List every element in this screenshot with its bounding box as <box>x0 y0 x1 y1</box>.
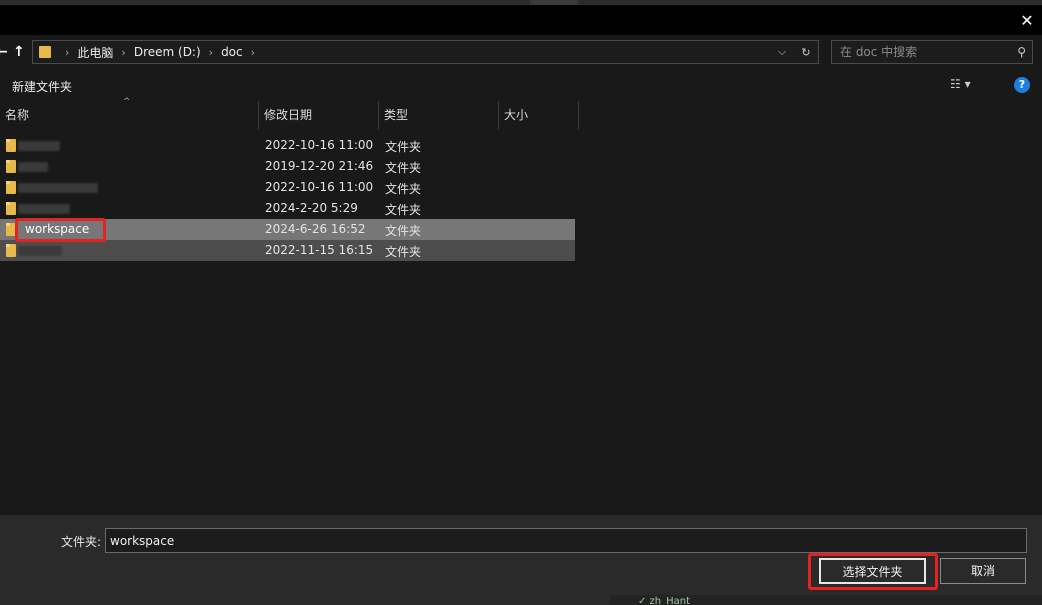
column-header-type[interactable]: 类型 <box>379 101 499 129</box>
column-header-name[interactable]: 名称 <box>0 101 259 129</box>
column-headers: ^ 名称 修改日期 类型 大小 <box>0 97 1042 129</box>
redacted-name <box>18 246 62 256</box>
address-bar[interactable]: › 此电脑 › Dreem (D:) › doc › ⌵ ↻ <box>32 40 819 64</box>
redacted-name <box>18 204 70 214</box>
file-modified: 2024-6-26 16:52 <box>265 222 366 236</box>
chevron-right-icon: › <box>65 45 70 59</box>
breadcrumb-this-pc[interactable]: 此电脑 <box>77 44 113 61</box>
file-row[interactable]: 2019-12-20 21:46 文件夹 <box>0 156 575 177</box>
file-modified: 2024-2-20 5:29 <box>265 201 358 215</box>
column-header-modified[interactable]: 修改日期 <box>259 101 379 129</box>
chevron-down-icon[interactable]: ⌵ <box>770 45 794 59</box>
workspace-highlight-annotation <box>15 218 106 242</box>
select-folder-button[interactable]: 选择文件夹 <box>819 558 926 584</box>
folder-icon <box>6 139 16 152</box>
redacted-name <box>18 141 60 151</box>
background-window-fragment: ✓ zh_Hant <box>610 595 1042 605</box>
search-input[interactable] <box>840 44 1010 60</box>
dialog-footer: 文件夹: 选择文件夹 取消 ✓ zh_Hant <box>0 515 1042 605</box>
chevron-right-icon: › <box>121 45 126 59</box>
search-icon[interactable]: ⚲ <box>1017 45 1026 59</box>
search-box[interactable]: ⚲ <box>831 40 1033 64</box>
breadcrumb-doc[interactable]: doc <box>221 45 243 59</box>
help-icon[interactable]: ? <box>1014 77 1030 93</box>
refresh-icon[interactable]: ↻ <box>794 46 818 59</box>
file-modified: 2022-11-15 16:15 <box>265 243 374 257</box>
file-row[interactable]: 2022-10-16 11:00 文件夹 <box>0 135 575 156</box>
close-button[interactable]: ✕ <box>1012 5 1042 35</box>
file-type: 文件夹 <box>385 224 422 238</box>
file-row[interactable]: 2022-10-16 11:00 文件夹 <box>0 177 575 198</box>
file-type: 文件夹 <box>385 161 422 175</box>
folder-icon <box>6 160 16 173</box>
folder-icon <box>6 181 16 194</box>
file-type: 文件夹 <box>385 203 422 217</box>
redacted-name <box>18 183 98 193</box>
file-list: 2022-10-16 11:00 文件夹 2019-12-20 21:46 文件… <box>0 135 1042 515</box>
folder-name-input[interactable] <box>105 528 1027 553</box>
navigation-bar: ← ↑ › 此电脑 › Dreem (D:) › doc › ⌵ ↻ ⚲ <box>0 35 1042 70</box>
toolbar: 新建文件夹 ☷ ▾ ? <box>0 70 1042 100</box>
address-controls: ⌵ ↻ <box>770 41 818 63</box>
folder-field-label: 文件夹: <box>61 535 102 549</box>
file-type: 文件夹 <box>385 140 422 154</box>
breadcrumb-drive[interactable]: Dreem (D:) <box>134 45 201 59</box>
cancel-button[interactable]: 取消 <box>940 558 1026 584</box>
file-modified: 2022-10-16 11:00 <box>265 180 374 194</box>
chevron-right-icon: › <box>208 45 214 59</box>
file-row[interactable]: 2024-2-20 5:29 文件夹 <box>0 198 575 219</box>
view-options-icon[interactable]: ☷ ▾ <box>950 77 971 91</box>
folder-icon <box>6 244 16 257</box>
chevron-right-icon: › <box>250 45 256 59</box>
file-row[interactable]: 2022-11-15 16:15 文件夹 <box>0 240 575 261</box>
file-modified: 2022-10-16 11:00 <box>265 138 374 152</box>
folder-icon <box>39 46 51 58</box>
up-arrow-icon[interactable]: ↑ <box>13 44 25 60</box>
redacted-name <box>18 162 48 172</box>
close-icon: ✕ <box>1020 10 1034 30</box>
new-folder-button[interactable]: 新建文件夹 <box>12 78 72 95</box>
folder-icon <box>6 202 16 215</box>
file-modified: 2019-12-20 21:46 <box>265 159 374 173</box>
file-type: 文件夹 <box>385 182 422 196</box>
file-type: 文件夹 <box>385 245 422 259</box>
back-arrow-icon[interactable]: ← <box>0 44 8 60</box>
background-window-text: ✓ zh_Hant <box>638 596 691 605</box>
dialog-titlebar: ✕ <box>0 5 1042 35</box>
column-header-size[interactable]: 大小 <box>499 101 579 129</box>
